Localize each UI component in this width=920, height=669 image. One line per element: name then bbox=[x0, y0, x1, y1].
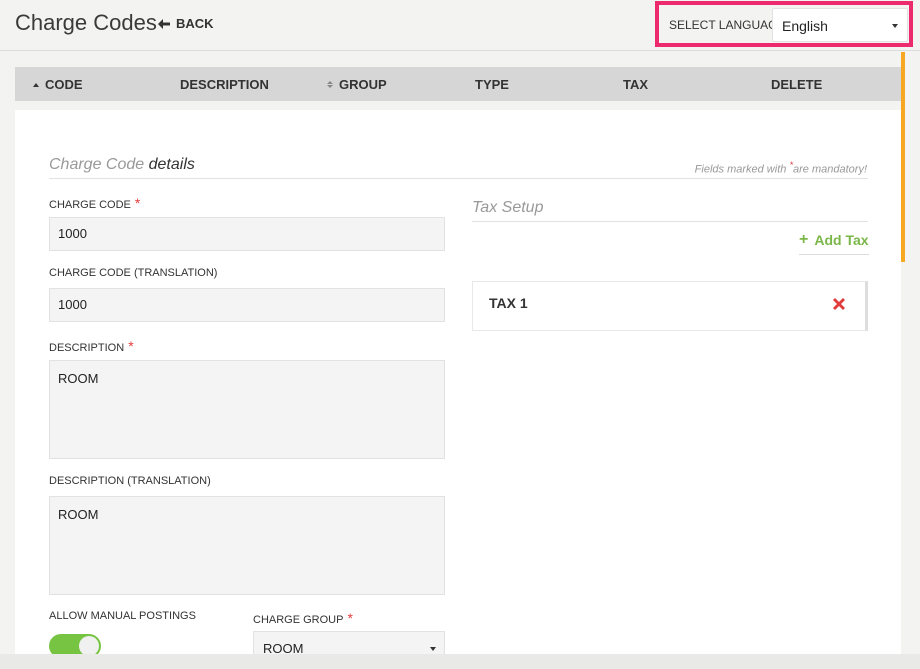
required-star: * bbox=[347, 610, 353, 626]
add-tax-button[interactable]: + Add Tax bbox=[799, 232, 869, 255]
details-panel: Charge Code details Fields marked with *… bbox=[15, 110, 901, 669]
charge-group-label: CHARGE GROUP * bbox=[253, 610, 353, 626]
column-header-description[interactable]: DESCRIPTION bbox=[180, 77, 269, 92]
add-tax-label: Add Tax bbox=[814, 232, 869, 248]
column-label: TAX bbox=[623, 77, 649, 92]
column-label: DELETE bbox=[771, 77, 823, 92]
allow-manual-postings-label: ALLOW MANUAL POSTINGS bbox=[49, 610, 196, 622]
column-header-tax[interactable]: TAX bbox=[623, 77, 648, 92]
sort-asc-icon bbox=[33, 82, 39, 87]
tax-setup-divider bbox=[472, 221, 868, 222]
arrow-left-icon bbox=[158, 18, 170, 29]
charge-code-translation-label: CHARGE CODE (TRANSLATION) bbox=[49, 267, 218, 279]
description-translation-label: DESCRIPTION (TRANSLATION) bbox=[49, 475, 211, 487]
language-label: SELECT LANGUAGE bbox=[669, 18, 786, 32]
column-label: DESCRIPTION bbox=[180, 77, 269, 92]
details-title-prefix: Charge Code bbox=[49, 156, 145, 173]
tax-setup-title: Tax Setup bbox=[472, 199, 544, 216]
chevron-down-icon bbox=[430, 647, 436, 651]
description-textarea[interactable]: ROOM bbox=[49, 360, 445, 459]
details-title-emph: details bbox=[148, 156, 195, 173]
plus-icon: + bbox=[799, 231, 809, 248]
required-star: * bbox=[134, 195, 141, 211]
tax-row: TAX 1 bbox=[472, 281, 868, 331]
mandatory-note-pre: Fields marked with bbox=[694, 163, 787, 176]
tax-name: TAX 1 bbox=[489, 295, 528, 311]
column-label: CODE bbox=[45, 77, 83, 92]
required-star: * bbox=[128, 338, 134, 354]
column-header-group[interactable]: GROUP bbox=[327, 77, 387, 92]
description-label: DESCRIPTION * bbox=[49, 338, 134, 354]
page-title: Charge Codes bbox=[15, 10, 157, 35]
page-header: Charge Codes BACK SELECT LANGUAGE Englis… bbox=[0, 0, 920, 51]
column-header-type[interactable]: TYPE bbox=[475, 77, 509, 92]
delete-x-icon[interactable] bbox=[831, 296, 847, 312]
chevron-down-icon bbox=[892, 24, 898, 28]
description-translation-textarea[interactable]: ROOM bbox=[49, 496, 445, 595]
charge-code-label: CHARGE CODE * bbox=[49, 195, 141, 211]
mandatory-note-post: are mandatory! bbox=[793, 163, 867, 176]
language-value: English bbox=[782, 18, 828, 34]
column-header-code[interactable]: CODE bbox=[33, 77, 83, 92]
section-divider bbox=[49, 178, 868, 179]
charge-code-input[interactable]: 1000 bbox=[49, 217, 445, 251]
bottom-edge bbox=[0, 654, 920, 669]
mandatory-note: Fields marked with *are mandatory! bbox=[695, 160, 867, 176]
scrollbar[interactable] bbox=[901, 52, 905, 262]
column-label: TYPE bbox=[475, 77, 509, 92]
toggle-knob bbox=[79, 636, 99, 656]
details-title: Charge Code details bbox=[49, 156, 195, 174]
sort-icon bbox=[327, 81, 333, 88]
column-header-delete[interactable]: DELETE bbox=[771, 77, 822, 92]
back-button[interactable]: BACK bbox=[158, 16, 214, 31]
column-label: GROUP bbox=[339, 77, 387, 92]
table-header: CODE DESCRIPTION GROUP TYPE TAX DELETE bbox=[15, 67, 901, 101]
back-label: BACK bbox=[176, 16, 214, 31]
language-select[interactable]: English bbox=[772, 8, 908, 42]
charge-code-translation-input[interactable]: 1000 bbox=[49, 288, 445, 322]
language-selector-highlight: SELECT LANGUAGE English bbox=[655, 1, 913, 47]
